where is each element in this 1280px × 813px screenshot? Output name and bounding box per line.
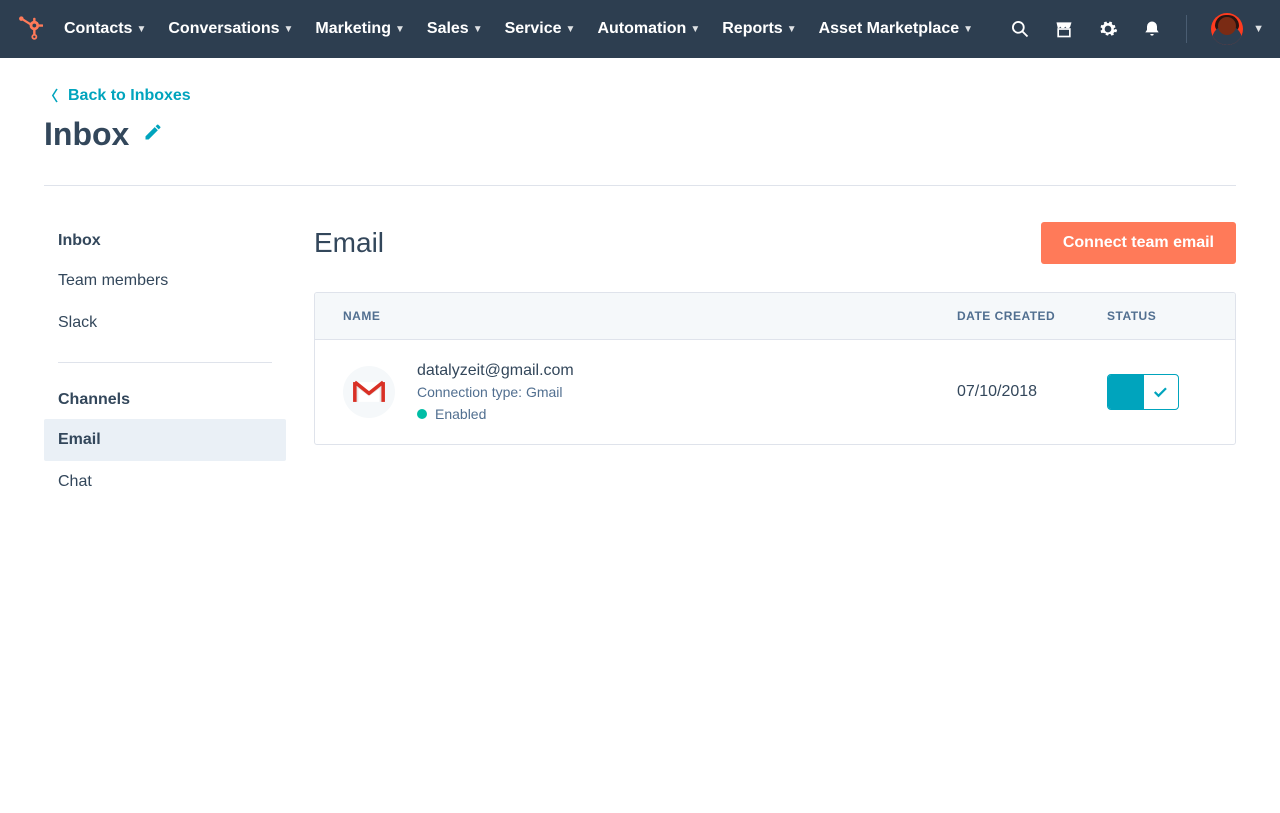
settings-icon[interactable] xyxy=(1098,19,1118,39)
status-dot-icon xyxy=(417,409,427,419)
chevron-down-icon: ▼ xyxy=(787,24,797,35)
gmail-icon xyxy=(343,366,395,418)
chevron-down-icon: ▼ xyxy=(566,24,576,35)
row-date: 07/10/2018 xyxy=(957,383,1107,401)
section-heading: Email xyxy=(314,227,384,259)
row-enabled: Enabled xyxy=(417,406,574,422)
chevron-down-icon: ▼ xyxy=(473,24,483,35)
chevron-down-icon: ▼ xyxy=(1253,23,1264,35)
sidebar-heading-inbox: Inbox xyxy=(44,222,286,260)
status-toggle[interactable] xyxy=(1107,374,1179,410)
nav-asset-marketplace[interactable]: Asset Marketplace▼ xyxy=(819,20,973,38)
page-title: Inbox xyxy=(44,116,129,153)
top-nav: Contacts▼ Conversations▼ Marketing▼ Sale… xyxy=(0,0,1280,58)
back-label: Back to Inboxes xyxy=(68,87,191,105)
col-name: NAME xyxy=(343,309,957,323)
connect-team-email-button[interactable]: Connect team email xyxy=(1041,222,1236,264)
row-email: datalyzeit@gmail.com xyxy=(417,362,574,380)
divider xyxy=(44,185,1236,186)
search-icon[interactable] xyxy=(1010,19,1030,39)
row-connection: Connection type: Gmail xyxy=(417,384,574,400)
nav-right: ▼ xyxy=(1010,13,1264,45)
sidebar-item-email[interactable]: Email xyxy=(44,419,286,461)
nav-items: Contacts▼ Conversations▼ Marketing▼ Sale… xyxy=(64,20,994,38)
table-header: NAME DATE CREATED STATUS xyxy=(315,293,1235,340)
nav-automation[interactable]: Automation▼ xyxy=(597,20,700,38)
divider xyxy=(58,362,272,363)
nav-reports[interactable]: Reports▼ xyxy=(722,20,796,38)
sidebar-item-slack[interactable]: Slack xyxy=(44,302,286,344)
edit-title-button[interactable] xyxy=(143,122,163,147)
table-row[interactable]: datalyzeit@gmail.com Connection type: Gm… xyxy=(315,340,1235,444)
chevron-down-icon: ▼ xyxy=(136,24,146,35)
sidebar-item-chat[interactable]: Chat xyxy=(44,461,286,503)
divider xyxy=(1186,15,1187,43)
chevron-left-icon: 〈 xyxy=(44,86,58,106)
sidebar-item-team-members[interactable]: Team members xyxy=(44,260,286,302)
col-status: STATUS xyxy=(1107,309,1207,323)
chevron-down-icon: ▼ xyxy=(963,24,973,35)
chevron-down-icon: ▼ xyxy=(690,24,700,35)
nav-marketing[interactable]: Marketing▼ xyxy=(315,20,404,38)
chevron-down-icon: ▼ xyxy=(395,24,405,35)
nav-sales[interactable]: Sales▼ xyxy=(427,20,483,38)
col-date: DATE CREATED xyxy=(957,309,1107,323)
main: Email Connect team email NAME DATE CREAT… xyxy=(314,222,1236,521)
nav-contacts[interactable]: Contacts▼ xyxy=(64,20,146,38)
sidebar-heading-channels: Channels xyxy=(44,381,286,419)
chevron-down-icon: ▼ xyxy=(284,24,294,35)
email-table: NAME DATE CREATED STATUS xyxy=(314,292,1236,445)
notifications-icon[interactable] xyxy=(1142,19,1162,39)
sidebar: Inbox Team members Slack Channels Email … xyxy=(44,222,314,521)
hubspot-logo-icon[interactable] xyxy=(16,15,44,43)
account-menu[interactable]: ▼ xyxy=(1211,13,1264,45)
nav-service[interactable]: Service▼ xyxy=(505,20,576,38)
nav-conversations[interactable]: Conversations▼ xyxy=(168,20,293,38)
marketplace-icon[interactable] xyxy=(1054,19,1074,39)
avatar xyxy=(1211,13,1243,45)
back-to-inboxes-link[interactable]: 〈 Back to Inboxes xyxy=(44,86,1236,106)
